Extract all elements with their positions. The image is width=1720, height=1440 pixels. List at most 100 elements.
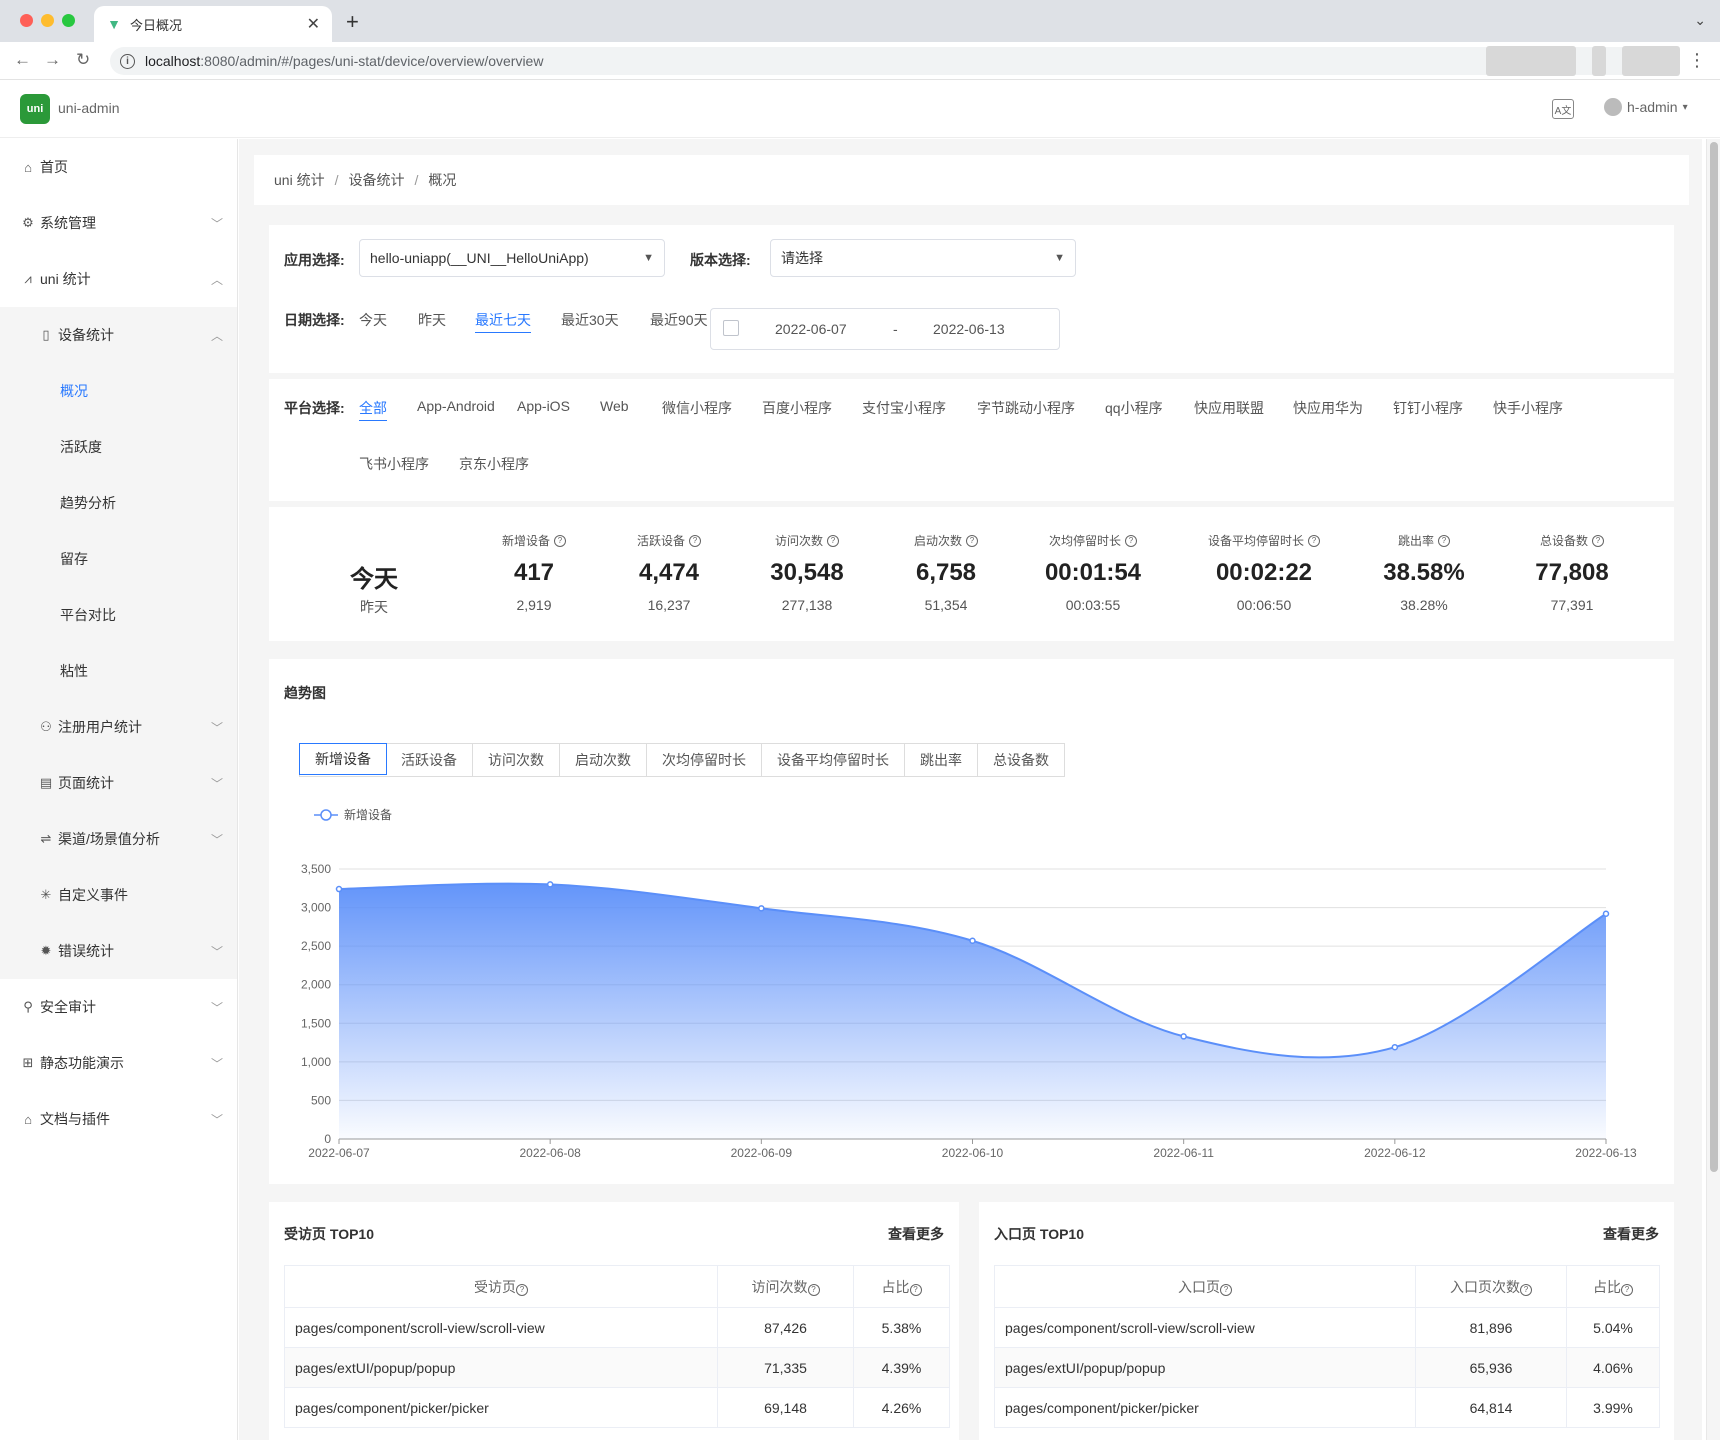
platform-option-feishu[interactable]: 飞书小程序 [359, 454, 429, 474]
bug-icon: ✹ [40, 943, 52, 958]
sidebar-item-reg-user[interactable]: ⚇ 注册用户统计 ﹀ [0, 699, 237, 755]
date-option-30days[interactable]: 最近30天 [561, 310, 619, 330]
sidebar-item-home[interactable]: ⌂ 首页 [0, 139, 237, 195]
browser-tab[interactable]: ▼ 今日概况 ✕ [94, 6, 332, 42]
maximize-window-button[interactable] [62, 14, 75, 27]
sidebar-item-docs[interactable]: ⌂ 文档与插件 ﹀ [0, 1091, 237, 1147]
date-range-picker[interactable]: 2022-06-07 - 2022-06-13 [710, 308, 1060, 350]
platform-option-baidu[interactable]: 百度小程序 [762, 398, 832, 418]
page-scrollbar[interactable] [1706, 139, 1720, 1440]
help-icon[interactable]: ? [827, 534, 839, 547]
close-tab-icon[interactable]: ✕ [307, 14, 320, 34]
platform-option-dingtalk[interactable]: 钉钉小程序 [1393, 398, 1463, 418]
help-icon[interactable]: ? [1308, 534, 1320, 547]
platform-option-android[interactable]: App-Android [417, 398, 495, 414]
help-icon[interactable]: ? [807, 1283, 820, 1296]
table-cell: 87,426 [717, 1307, 854, 1348]
entry-pages-more-link[interactable]: 查看更多 [1603, 1224, 1659, 1244]
help-icon[interactable]: ? [1621, 1283, 1633, 1296]
date-option-90days[interactable]: 最近90天 [650, 310, 708, 330]
tab-search-chevron-icon[interactable]: ⌄ [1694, 12, 1706, 29]
kpi-prev: 277,138 [781, 597, 833, 613]
close-window-button[interactable] [20, 14, 33, 27]
platform-option-jd[interactable]: 京东小程序 [459, 454, 529, 474]
site-info-icon[interactable]: i [120, 53, 135, 69]
help-icon[interactable]: ? [1438, 534, 1450, 547]
version-select[interactable]: 请选择 ▼ [770, 239, 1076, 277]
platform-option-quickapp-huawei[interactable]: 快应用华为 [1293, 398, 1363, 418]
extension-icon[interactable] [1592, 46, 1606, 76]
reload-icon[interactable]: ↻ [76, 50, 90, 70]
url-field[interactable]: i localhost:8080/admin/#/pages/uni-stat/… [110, 47, 1670, 75]
sidebar-item-channel[interactable]: ⇌ 渠道/场景值分析 ﹀ [0, 811, 237, 867]
date-separator: - [893, 321, 898, 337]
minimize-window-button[interactable] [41, 14, 54, 27]
help-icon[interactable]: ? [909, 1283, 922, 1296]
kpi-prev: 51,354 [924, 597, 968, 613]
browser-menu-icon[interactable]: ⋮ [1688, 50, 1706, 71]
help-icon[interactable]: ? [1520, 1283, 1532, 1296]
breadcrumb-item[interactable]: 设备统计 [348, 170, 404, 190]
sidebar-item-system[interactable]: ⚙ 系统管理 ﹀ [0, 195, 237, 251]
scrollbar-thumb[interactable] [1710, 142, 1718, 1172]
sidebar-item-device-stat[interactable]: ▯ 设备统计 ︿ [0, 307, 237, 363]
x-tick-label: 2022-06-11 [1153, 1146, 1214, 1160]
platform-option-bytedance[interactable]: 字节跳动小程序 [977, 398, 1075, 418]
platform-option-all[interactable]: 全部 [359, 398, 387, 421]
platform-option-alipay[interactable]: 支付宝小程序 [862, 398, 946, 418]
sidebar-item-label: 系统管理 [40, 215, 96, 231]
platform-option-qq[interactable]: qq小程序 [1105, 398, 1163, 418]
new-tab-icon[interactable]: + [346, 9, 359, 35]
data-point [546, 881, 554, 888]
url-host: localhost [145, 53, 201, 69]
sidebar-item-security[interactable]: ⚲ 安全审计 ﹀ [0, 979, 237, 1035]
tab-bar: ▼ 今日概况 ✕ + ⌄ [0, 0, 1720, 42]
help-icon[interactable]: ? [966, 534, 978, 547]
date-end[interactable]: 2022-06-13 [933, 321, 1005, 337]
x-tick-label: 2022-06-12 [1364, 1146, 1426, 1160]
translate-icon[interactable]: A文 [1552, 99, 1574, 119]
forward-icon[interactable]: → [44, 50, 61, 70]
platform-option-wechat[interactable]: 微信小程序 [662, 398, 732, 418]
help-icon[interactable]: ? [1592, 534, 1604, 547]
date-option-today[interactable]: 今天 [359, 310, 387, 330]
platform-option-ios[interactable]: App-iOS [517, 398, 570, 414]
sidebar-item-retention[interactable]: 留存 [0, 531, 237, 587]
sidebar-item-uni-stat[interactable]: ⩘ uni 统计 ︿ [0, 251, 237, 307]
sidebar-item-page-stat[interactable]: ▤ 页面统计 ﹀ [0, 755, 237, 811]
sidebar-item-overview[interactable]: 概况 [0, 363, 237, 419]
top-pages-more-link[interactable]: 查看更多 [888, 1224, 944, 1244]
app-logo[interactable]: uni [20, 94, 50, 124]
platform-option-kuaishou[interactable]: 快手小程序 [1493, 398, 1563, 418]
help-icon[interactable]: ? [516, 1283, 528, 1296]
user-menu[interactable]: h-admin ▾ [1604, 98, 1688, 116]
sidebar-item-activity[interactable]: 活跃度 [0, 419, 237, 475]
date-option-yesterday[interactable]: 昨天 [418, 310, 446, 330]
back-icon[interactable]: ← [14, 50, 31, 70]
profile-icon[interactable] [1622, 46, 1680, 76]
breadcrumb-item[interactable]: uni 统计 [274, 170, 325, 190]
plugin-icon: ⌂ [24, 1111, 32, 1127]
y-tick-label: 1,000 [301, 1055, 331, 1069]
platform-option-quickapp-union[interactable]: 快应用联盟 [1194, 398, 1264, 418]
platform-option-web[interactable]: Web [600, 398, 629, 414]
sidebar-item-static-demo[interactable]: ⊞ 静态功能演示 ﹀ [0, 1035, 237, 1091]
sidebar-item-label: 错误统计 [58, 943, 114, 959]
kpi-value: 77,808 [1535, 559, 1609, 586]
sidebar-item-platform-compare[interactable]: 平台对比 [0, 587, 237, 643]
sidebar-item-custom-event[interactable]: ✳ 自定义事件 [0, 867, 237, 923]
app-select[interactable]: hello-uniapp(__UNI__HelloUniApp) ▼ [359, 239, 665, 277]
extension-icon[interactable] [1486, 46, 1576, 76]
sidebar-item-trend[interactable]: 趋势分析 [0, 475, 237, 531]
table-row: pages/component/picker/picker 69,148 4.26% [284, 1387, 950, 1428]
help-icon[interactable]: ? [554, 534, 566, 547]
sidebar-item-label: 静态功能演示 [40, 1055, 124, 1071]
sidebar-item-error-stat[interactable]: ✹ 错误统计 ﹀ [0, 923, 237, 979]
sidebar-item-stickiness[interactable]: 粘性 [0, 643, 237, 699]
help-icon[interactable]: ? [1125, 534, 1137, 547]
table-cell: 71,335 [717, 1347, 854, 1388]
date-start[interactable]: 2022-06-07 [775, 321, 847, 337]
help-icon[interactable]: ? [1220, 1283, 1232, 1296]
help-icon[interactable]: ? [689, 534, 701, 547]
date-option-7days[interactable]: 最近七天 [475, 310, 531, 333]
